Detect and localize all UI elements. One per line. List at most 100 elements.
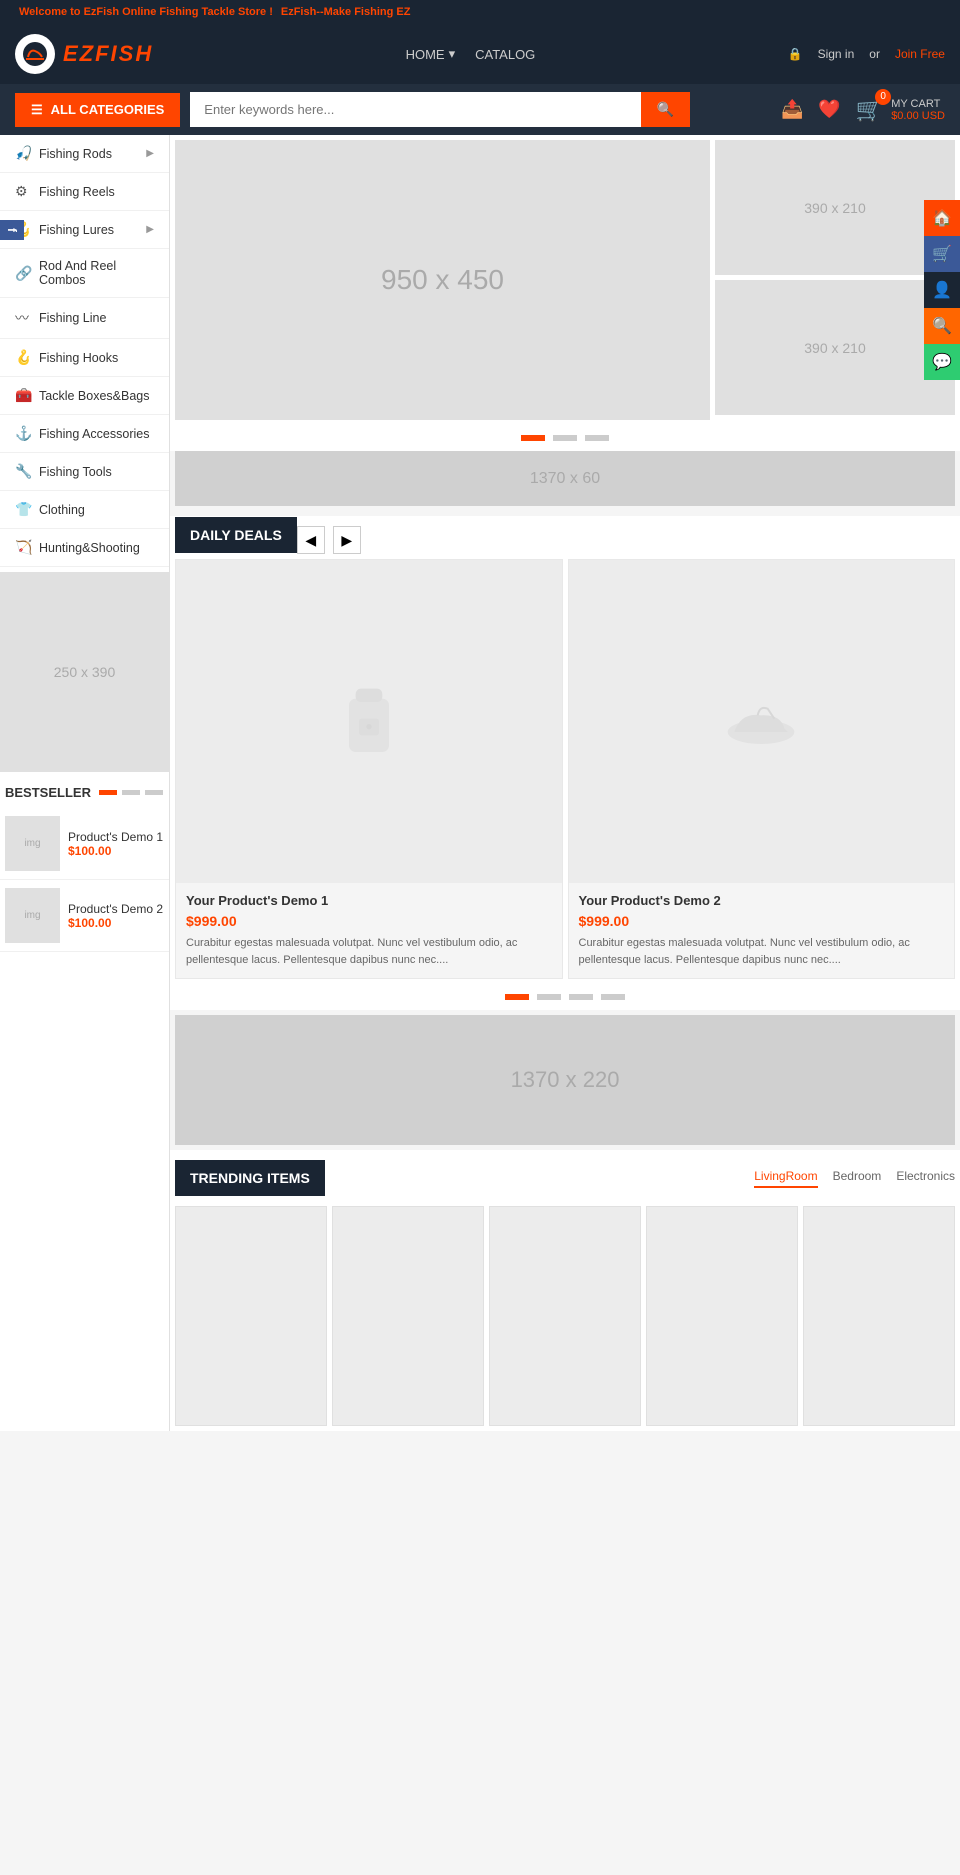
fishing-tools-icon: 🔧 bbox=[15, 463, 31, 480]
bs-product-1[interactable]: img Product's Demo 1 $100.00 bbox=[0, 808, 169, 880]
deal-1-info: Your Product's Demo 1 $999.00 Curabitur … bbox=[176, 883, 562, 978]
hunting-icon: 🏹 bbox=[15, 539, 31, 556]
search-button[interactable]: 🔍 bbox=[641, 92, 690, 127]
nav-home[interactable]: HOME ▾ bbox=[406, 46, 456, 62]
sidebar-item-fishing-hooks[interactable]: 🪝 Fishing Hooks bbox=[0, 339, 169, 377]
sidebar-item-fishing-lures[interactable]: 🪝 Fishing Lures ▶ bbox=[0, 211, 169, 249]
side-tab-user[interactable]: 👤 bbox=[924, 272, 960, 308]
sidebar-item-fishing-reels[interactable]: ⚙ Fishing Reels bbox=[0, 173, 169, 211]
deal-1-desc: Curabitur egestas malesuada volutpat. Nu… bbox=[186, 935, 552, 968]
sidebar-item-hunting[interactable]: 🏹 Hunting&Shooting bbox=[0, 529, 169, 567]
trending-card-2[interactable] bbox=[332, 1206, 484, 1426]
trending-title: TRENDING ITEMS bbox=[190, 1170, 310, 1186]
deals-dot-3[interactable] bbox=[569, 994, 593, 1000]
bs-dot-2[interactable] bbox=[122, 790, 140, 795]
side-tab-search[interactable]: 🔍 bbox=[924, 308, 960, 344]
deal-1-title: Your Product's Demo 1 bbox=[186, 893, 552, 908]
big-banner[interactable]: 1370 x 220 bbox=[175, 1015, 955, 1145]
trending-card-3[interactable] bbox=[489, 1206, 641, 1426]
hero-dots bbox=[170, 425, 960, 451]
sidebar-item-fishing-accessories[interactable]: ⚓ Fishing Accessories bbox=[0, 415, 169, 453]
trending-grid bbox=[170, 1201, 960, 1431]
trending-tab-living[interactable]: LivingRoom bbox=[754, 1169, 817, 1188]
lock-icon: 🔒 bbox=[788, 47, 803, 61]
nav-catalog[interactable]: CATALOG bbox=[475, 47, 535, 62]
big-banner-size: 1370 x 220 bbox=[511, 1067, 620, 1093]
deals-row: Your Product's Demo 1 $999.00 Curabitur … bbox=[170, 554, 960, 984]
hero-side1-size: 390 x 210 bbox=[804, 200, 866, 216]
banner-strip-1-size: 1370 x 60 bbox=[530, 470, 600, 488]
join-link[interactable]: Join Free bbox=[895, 47, 945, 61]
side-tab-home[interactable]: 🏠 bbox=[924, 200, 960, 236]
hero-dot-1[interactable] bbox=[521, 435, 545, 441]
deals-dot-2[interactable] bbox=[537, 994, 561, 1000]
nav-links: HOME ▾ CATALOG bbox=[406, 46, 536, 62]
sidebar-ad: 250 x 390 bbox=[0, 572, 169, 772]
fishing-hooks-icon: 🪝 bbox=[15, 349, 31, 366]
bs-product-2[interactable]: img Product's Demo 2 $100.00 bbox=[0, 880, 169, 952]
hero-dot-3[interactable] bbox=[585, 435, 609, 441]
logo[interactable]: EZFISH bbox=[15, 34, 153, 74]
deal-2-info: Your Product's Demo 2 $999.00 Curabitur … bbox=[569, 883, 955, 978]
arrow-icon-2: ▶ bbox=[146, 224, 154, 235]
hero-side-banners: 390 x 210 390 x 210 bbox=[715, 140, 955, 420]
deals-dot-1[interactable] bbox=[505, 994, 529, 1000]
all-categories-button[interactable]: ☰ ALL CATEGORIES bbox=[15, 93, 180, 127]
side-tabs: 🏠 🛒 👤 🔍 💬 bbox=[924, 200, 960, 380]
deal-2-desc: Curabitur egestas malesuada volutpat. Nu… bbox=[579, 935, 945, 968]
deal-card-1[interactable]: Your Product's Demo 1 $999.00 Curabitur … bbox=[175, 559, 563, 979]
content: 950 x 450 390 x 210 390 x 210 1370 x 60 bbox=[170, 135, 960, 1431]
deals-nav: ◀ ▶ bbox=[297, 526, 361, 554]
rod-reel-icon: 🔗 bbox=[15, 265, 31, 282]
cart-area[interactable]: 🛒 0 MY CART $0.00 USD bbox=[856, 97, 945, 123]
auth-or: or bbox=[869, 47, 880, 61]
fishing-line-icon: 〰 bbox=[15, 308, 31, 328]
fishing-reels-icon: ⚙ bbox=[15, 183, 31, 200]
search-input[interactable] bbox=[190, 92, 641, 127]
trending-card-1[interactable] bbox=[175, 1206, 327, 1426]
bs-dot-1[interactable] bbox=[99, 790, 117, 795]
cart-badge: 0 bbox=[875, 89, 891, 105]
trending-card-4[interactable] bbox=[646, 1206, 798, 1426]
tagline: EzFish--Make Fishing EZ bbox=[281, 6, 411, 18]
sidebar-item-clothing[interactable]: 👕 Clothing bbox=[0, 491, 169, 529]
bestseller-section: BESTSELLER img Product's Demo 1 $100.00 … bbox=[0, 777, 169, 952]
sidebar-ad-size: 250 x 390 bbox=[54, 664, 116, 680]
trending-title-box: TRENDING ITEMS bbox=[175, 1160, 325, 1196]
logo-icon bbox=[15, 34, 55, 74]
share-icon[interactable]: 📤 bbox=[781, 99, 803, 120]
deal-card-2[interactable]: Your Product's Demo 2 $999.00 Curabitur … bbox=[568, 559, 956, 979]
sidebar-item-rod-reel-combos[interactable]: 🔗 Rod And Reel Combos bbox=[0, 249, 169, 298]
sidebar-item-fishing-line[interactable]: 〰 Fishing Line bbox=[0, 298, 169, 339]
hero-side-banner-2[interactable]: 390 x 210 bbox=[715, 280, 955, 415]
wishlist-icon[interactable]: ❤️ bbox=[818, 99, 840, 120]
hero-side2-size: 390 x 210 bbox=[804, 340, 866, 356]
signin-link[interactable]: Sign in bbox=[818, 47, 855, 61]
hero-side-banner-1[interactable]: 390 x 210 bbox=[715, 140, 955, 275]
daily-deals-header: DAILY DEALS bbox=[175, 517, 297, 553]
bs-product-2-name: Product's Demo 2 bbox=[68, 902, 163, 916]
deal-2-price: $999.00 bbox=[579, 913, 945, 929]
trending-tab-electronics[interactable]: Electronics bbox=[896, 1169, 955, 1188]
trending-card-5[interactable] bbox=[803, 1206, 955, 1426]
deal-2-title: Your Product's Demo 2 bbox=[579, 893, 945, 908]
trending-tab-bedroom[interactable]: Bedroom bbox=[833, 1169, 882, 1188]
banner-strip-1[interactable]: 1370 x 60 bbox=[175, 451, 955, 506]
facebook-tab[interactable]: f bbox=[0, 220, 24, 240]
search-bar: 🔍 bbox=[190, 92, 690, 127]
sidebar-item-fishing-rods[interactable]: 🎣 Fishing Rods ▶ bbox=[0, 135, 169, 173]
bs-dots bbox=[99, 790, 163, 795]
deals-prev-button[interactable]: ◀ bbox=[297, 526, 325, 554]
deals-dot-4[interactable] bbox=[601, 994, 625, 1000]
deals-next-button[interactable]: ▶ bbox=[333, 526, 361, 554]
sidebar-item-tackle-boxes[interactable]: 🧰 Tackle Boxes&Bags bbox=[0, 377, 169, 415]
side-tab-chat[interactable]: 💬 bbox=[924, 344, 960, 380]
tackle-boxes-icon: 🧰 bbox=[15, 387, 31, 404]
clothing-icon: 👕 bbox=[15, 501, 31, 518]
side-tab-cart[interactable]: 🛒 bbox=[924, 236, 960, 272]
hero-main-banner[interactable]: 950 x 450 bbox=[175, 140, 710, 420]
hero-dot-2[interactable] bbox=[553, 435, 577, 441]
bs-dot-3[interactable] bbox=[145, 790, 163, 795]
sidebar-item-fishing-tools[interactable]: 🔧 Fishing Tools bbox=[0, 453, 169, 491]
bs-product-2-img: img bbox=[5, 888, 60, 943]
